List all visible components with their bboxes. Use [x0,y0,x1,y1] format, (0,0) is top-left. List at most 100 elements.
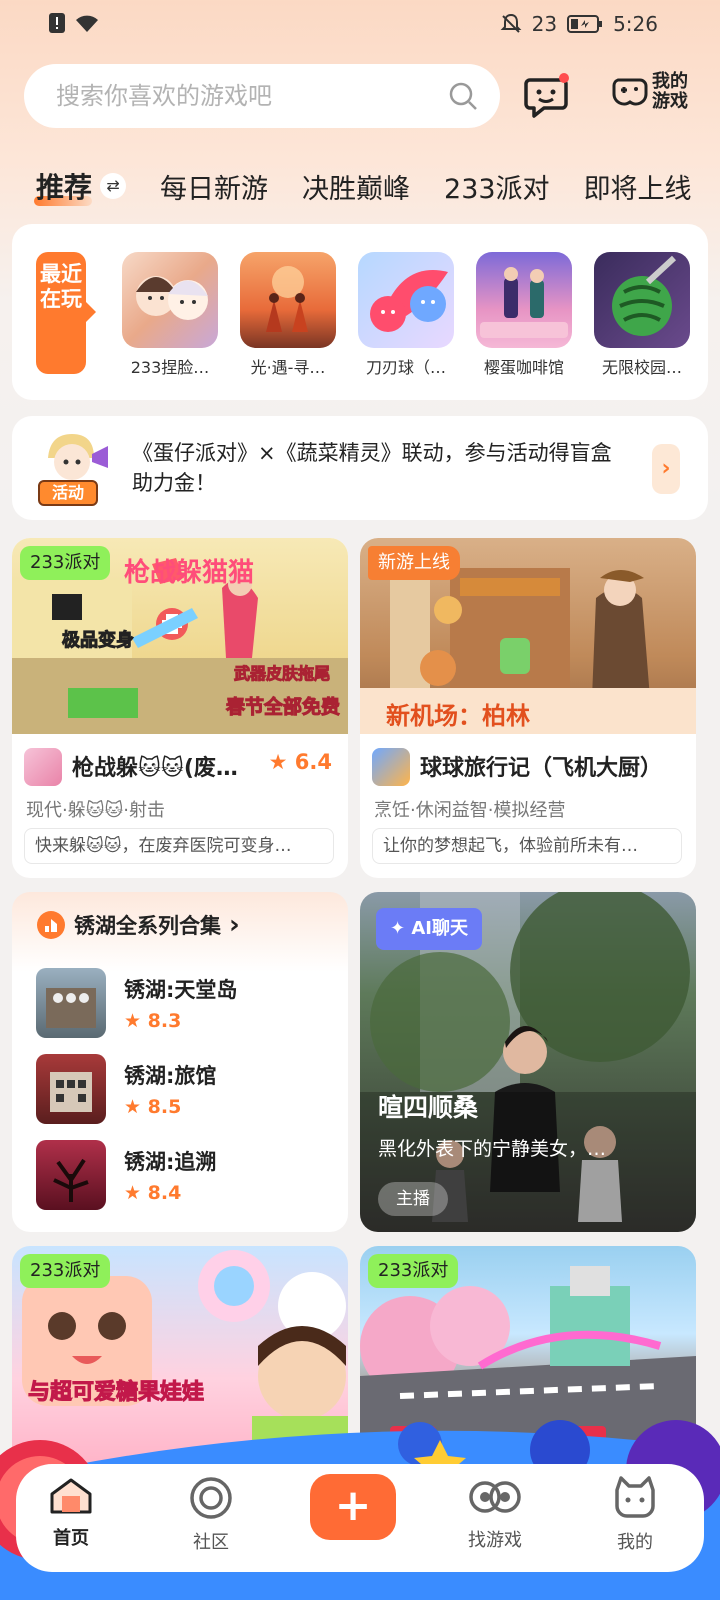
recent-game-4[interactable]: 樱蛋咖啡馆 [476,252,572,378]
battery-icon [567,15,603,33]
collection-item-rating: ★ 8.4 [124,1182,182,1204]
collection-item-name: 锈湖:旅馆 [124,1064,217,1088]
home-icon [50,1478,92,1514]
cover-title-text: 与超可爱糖果娃娃 [27,1380,205,1406]
clock: 5:26 [613,12,658,36]
sim-alert-icon [49,13,65,33]
tab-233-party[interactable]: 233派对 [444,167,550,206]
bottom-navigation: 首页 社区 + 找游戏 我的 [16,1464,704,1572]
game-thumbnail [358,252,454,348]
game-thumbnail [36,968,106,1038]
event-badge: 活动 [38,480,98,506]
collection-item-rating: ★ 8.3 [124,1010,182,1032]
chevron-right-icon: › [229,910,240,940]
search-input[interactable] [56,82,416,110]
find-games-icon [469,1481,521,1513]
collection-item[interactable]: 锈湖:天堂岛 ★ 8.3 [36,968,336,1038]
ai-chat-card[interactable]: ✦ AI聊天 暄四顺桑 黑化外表下的宁静美女，… 主播 [360,892,696,1232]
collection-item-rating: ★ 8.5 [124,1096,182,1118]
game-description: 让你的梦想起飞，体验前所未有… [372,828,682,864]
collection-item[interactable]: 锈湖:旅馆 ★ 8.5 [36,1054,336,1124]
category-tabs: 推荐 ⇄ 每日新游 决胜巅峰 233派对 即将上线 [33,164,720,208]
recent-game-name: 无限校园… [601,358,682,377]
recent-game-5[interactable]: 无限校园… [594,252,690,378]
game-name: 球球旅行记（飞机大厨） [420,756,663,781]
gamepad-icon [612,78,648,106]
game-rating: ★ 6.4 [268,750,332,774]
ai-character-name: 暄四顺桑 [378,1093,479,1122]
ai-character-badge: 主播 [378,1182,448,1216]
swap-icon[interactable]: ⇄ [100,173,127,199]
star-icon: ★ [268,750,288,774]
recently-played-tag[interactable]: 最近在玩 [36,252,96,374]
nav-label: 社区 [193,1532,229,1553]
game-description: 快来躲🐱🐱，在废弃医院可变身… [24,828,334,864]
game-genres: 现代·躲🐱🐱·射击 [26,800,165,821]
game-thumbnail [122,252,218,348]
recent-game-name: 樱蛋咖啡馆 [483,358,564,377]
game-name: 枪战躲🐱🐱(废… [72,756,238,781]
game-cover: 233派对 枪战躲猫猫 极品变身 武器皮肤拖尾 春节全部免费 [12,538,348,734]
collection-card[interactable]: 锈湖全系列合集 › 锈湖:天堂岛 ★ 8.3 锈湖:旅馆 ★ 8.5 锈湖:追溯… [12,892,348,1232]
collection-item-name: 锈湖:天堂岛 [124,978,238,1002]
star-icon: ★ [124,1182,142,1204]
cover-caption-text: 武器皮肤拖尾 [233,664,331,684]
event-text: 《蛋仔派对》×《蔬菜精灵》联动，参与活动得盲盒助力金！ [132,441,612,495]
game-thumbnail [36,1054,106,1124]
search-bar[interactable] [24,64,500,128]
wifi-icon [76,15,98,32]
cover-title-text: 枪战躲猫猫 [124,558,255,588]
game-card[interactable]: 233派对 枪战躲猫猫 极品变身 武器皮肤拖尾 春节全部免费 枪战躲🐱🐱(废… … [12,538,348,878]
tab-coming-soon[interactable]: 即将上线 [584,167,692,206]
nav-find-games[interactable]: 找游戏 [450,1476,540,1552]
create-button[interactable]: + [310,1474,396,1540]
tab-peak[interactable]: 决胜巅峰 [302,167,410,206]
chat-bubble-icon [524,73,569,118]
nav-profile[interactable]: 我的 [590,1476,680,1554]
my-games-label: 我的游戏 [652,71,688,112]
party-tag: 233派对 [368,1254,459,1288]
game-card[interactable]: 新游上线 新机场：柏林 球球旅行记（飞机大厨） 烹饪·休闲益智·模拟经营 让你的… [360,538,696,878]
star-icon: ★ [124,1010,142,1032]
my-games-button[interactable]: 我的游戏 [612,72,696,112]
recent-game-name: 光·遇-寻… [250,358,326,377]
collection-title: 锈湖全系列合集 [74,914,221,938]
recent-game-3[interactable]: 刀刃球（… [358,252,454,378]
game-thumbnail [594,252,690,348]
nav-label: 首页 [53,1528,89,1549]
cover-caption-text: 春节全部免费 [225,696,341,719]
chevron-right-icon[interactable]: › [652,444,680,494]
status-bar: 23 5:26 [0,0,720,48]
event-banner[interactable]: 活动 《蛋仔派对》×《蔬菜精灵》联动，参与活动得盲盒助力金！ › [12,416,708,520]
nav-home[interactable]: 首页 [26,1476,116,1550]
new-game-tag: 新游上线 [368,546,460,580]
game-thumbnail [36,1140,106,1210]
ai-character-description: 黑化外表下的宁静美女，… [378,1138,607,1160]
nav-label: 找游戏 [468,1530,522,1551]
tab-recommend[interactable]: 推荐 [33,166,93,206]
profile-cat-icon [615,1476,655,1518]
nav-label: 我的 [617,1532,653,1553]
search-icon[interactable] [448,81,478,111]
party-tag: 233派对 [20,1254,111,1288]
game-cover: 新游上线 新机场：柏林 [360,538,696,734]
collection-item[interactable]: 锈湖:追溯 ★ 8.4 [36,1140,336,1210]
game-thumbnail [476,252,572,348]
ai-chat-chip: ✦ AI聊天 [376,908,483,950]
mute-icon [500,13,522,33]
star-icon: ★ [124,1096,142,1118]
recent-game-2[interactable]: 光·遇-寻… [240,252,336,378]
message-button[interactable] [522,72,570,124]
cover-caption-text: 极品变身 [62,630,135,652]
recent-game-name: 刀刃球（… [365,358,446,377]
plus-icon: + [334,1480,372,1531]
nav-community[interactable]: 社区 [166,1476,256,1554]
game-thumbnail [240,252,336,348]
game-icon [24,748,62,786]
collection-header[interactable]: 锈湖全系列合集 › [36,910,240,940]
collection-icon [37,911,65,939]
recent-game-name: 233捏脸… [130,358,210,377]
sparkle-icon: ✦ [390,918,406,939]
recent-game-1[interactable]: 233捏脸… [122,252,218,378]
tab-daily-new[interactable]: 每日新游 [160,167,268,206]
